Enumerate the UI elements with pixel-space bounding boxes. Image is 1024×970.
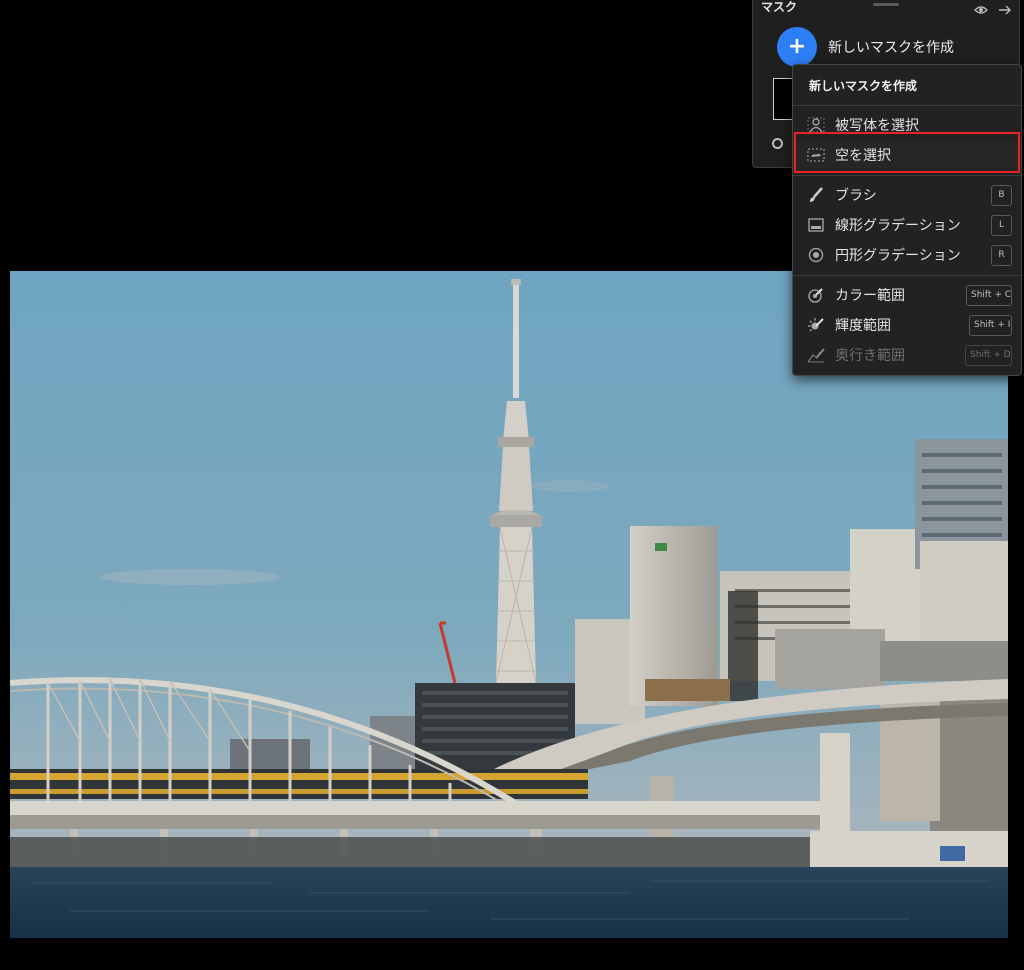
menu-item-color-range[interactable]: カラー範囲 Shift + C xyxy=(793,281,1021,309)
arrow-right-icon[interactable] xyxy=(998,1,1012,15)
menu-item-linear-gradient[interactable]: 線形グラデーション L xyxy=(793,211,1021,239)
shortcut-badge: B xyxy=(991,185,1012,206)
radial-gradient-icon xyxy=(807,247,825,263)
panel-header: マスク xyxy=(753,0,1019,18)
menu-item-label: 円形グラデーション xyxy=(835,248,961,264)
shortcut-badge: Shift + D xyxy=(965,345,1012,366)
menu-item-label: 線形グラデーション xyxy=(835,218,961,234)
shortcut-badge: L xyxy=(991,215,1012,236)
panel-drag-handle[interactable] xyxy=(873,3,899,6)
menu-item-luminance-range[interactable]: 輝度範囲 Shift + I xyxy=(793,311,1021,339)
eye-icon[interactable] xyxy=(974,1,988,14)
subject-icon xyxy=(807,117,825,133)
mask-overlay-toggle[interactable] xyxy=(772,138,783,149)
new-mask-dropdown: 新しいマスクを作成 被写体を選択 空を選択 ブラシ B 線形グラデーション L … xyxy=(792,64,1022,376)
panel-title: マスク xyxy=(761,0,798,14)
sky-icon xyxy=(807,147,825,163)
brush-icon xyxy=(807,187,825,203)
linear-gradient-icon xyxy=(807,217,825,233)
shortcut-badge: Shift + I xyxy=(969,315,1012,336)
menu-item-label: 被写体を選択 xyxy=(835,118,919,134)
create-new-mask-button[interactable]: + 新しいマスクを作成 xyxy=(777,27,997,67)
luminance-range-icon xyxy=(807,317,825,333)
plus-icon[interactable]: + xyxy=(777,27,817,67)
shortcut-badge: R xyxy=(991,245,1012,266)
menu-item-label: 奥行き範囲 xyxy=(835,348,905,364)
menu-item-brush[interactable]: ブラシ B xyxy=(793,181,1021,209)
create-mask-label: 新しいマスクを作成 xyxy=(828,40,954,56)
shortcut-badge: Shift + C xyxy=(966,285,1012,306)
dropdown-title: 新しいマスクを作成 xyxy=(809,79,918,93)
color-range-icon xyxy=(807,287,825,303)
divider xyxy=(793,275,1021,276)
menu-item-label: カラー範囲 xyxy=(835,288,905,304)
depth-range-icon xyxy=(807,347,825,363)
menu-item-select-sky[interactable]: 空を選択 xyxy=(793,141,1021,169)
menu-item-depth-range: 奥行き範囲 Shift + D xyxy=(793,341,1021,369)
menu-item-label: 輝度範囲 xyxy=(835,318,891,334)
menu-item-select-subject[interactable]: 被写体を選択 xyxy=(793,111,1021,139)
menu-item-label: ブラシ xyxy=(835,188,877,204)
menu-item-radial-gradient[interactable]: 円形グラデーション R xyxy=(793,241,1021,269)
menu-item-label: 空を選択 xyxy=(835,148,891,164)
divider xyxy=(793,105,1021,106)
divider xyxy=(793,175,1021,176)
